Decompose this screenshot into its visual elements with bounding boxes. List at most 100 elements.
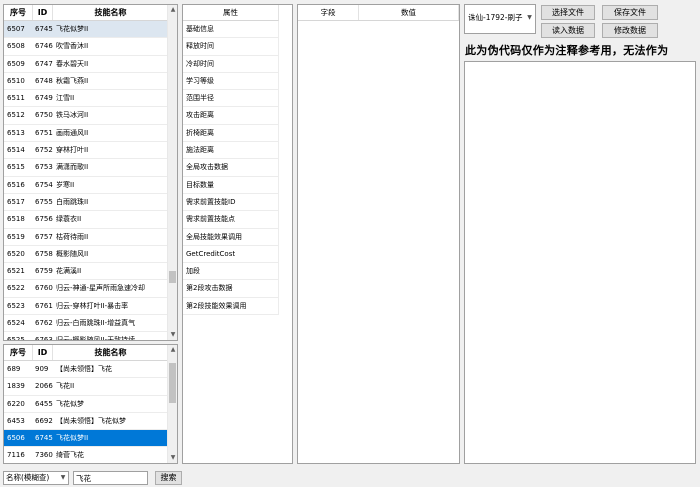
attribute-item[interactable]: 需求前置技能点 [183,211,279,229]
read-data-button[interactable]: 读入数据 [541,23,595,38]
table-row[interactable]: 6525 6763 归云-概影随风II-无敌持续 [4,332,177,341]
skill-list-scrollbar[interactable]: ▲ ▼ [167,5,177,340]
attribute-item[interactable]: 范围半径 [183,90,279,108]
row-no: 6453 [7,416,25,425]
row-name: 满潇而歌II [56,163,89,172]
row-no: 1839 [7,382,25,391]
table-row[interactable]: 6517 6755 白雨跳珠II [4,194,177,212]
row-name: 飞花II [56,382,75,391]
search-result-header: 序号 ID 技能名称 [4,345,177,361]
class-select[interactable]: 诛仙-1792-刷子 ▼ [464,4,536,34]
table-row[interactable]: 6508 6746 吹雪香沐II [4,38,177,56]
attribute-item[interactable]: 需求前置技能ID [183,193,279,212]
chevron-down-icon[interactable]: ▼ [525,6,534,32]
attribute-item[interactable]: 折椅距离 [183,124,279,143]
row-id: 6756 [35,215,53,224]
column-header-name[interactable]: 技能名称 [53,5,169,20]
table-row[interactable]: 6520 6758 概影随风II [4,246,177,264]
row-name: 飞花似梦II [56,25,89,33]
row-id: 6747 [35,59,53,68]
save-file-button[interactable]: 保存文件 [602,5,658,20]
attribute-item[interactable]: 全局技能效果调用 [183,228,279,246]
table-row[interactable]: 6220 6455 飞花似梦 [4,396,177,413]
table-row[interactable]: 7116 7360 绮菅飞花 [4,447,177,463]
search-result-scrollbar[interactable]: ▲ ▼ [167,345,177,463]
scrollbar-thumb[interactable] [169,271,176,283]
table-row[interactable]: 6507 6745 飞花似梦II [4,21,177,39]
table-row[interactable]: 6511 6749 江雪II [4,90,177,108]
row-name: 飞花似梦 [56,399,84,408]
column-header-field[interactable]: 字段 [298,5,359,20]
attribute-item[interactable]: 释放时间 [183,38,279,56]
column-header-no[interactable]: 序号 [4,345,33,360]
row-no: 6517 [7,197,25,206]
table-row[interactable]: 6513 6751 画雨通风II [4,125,177,143]
attribute-item[interactable]: 施法距离 [183,142,279,160]
row-id: 909 [35,365,49,373]
column-header-id[interactable]: ID [33,5,53,20]
row-no: 6521 [7,267,25,276]
search-button[interactable]: 搜索 [155,471,182,485]
attribute-item[interactable]: 基础信息 [183,21,279,39]
table-row[interactable]: 1839 2066 飞花II [4,378,177,396]
table-row[interactable]: 6509 6747 春水碧天II [4,56,177,73]
row-no: 6511 [7,94,25,103]
scrollbar-thumb[interactable] [169,363,176,403]
scroll-up-arrow-icon[interactable]: ▲ [168,345,177,355]
table-row[interactable]: 6514 6752 穿林打叶II [4,142,177,160]
table-row[interactable]: 6524 6762 归云-白雨跳珠II-增益真气 [4,315,177,333]
attribute-item[interactable]: 冷却时间 [183,55,279,73]
table-row[interactable]: 6453 6692 【尚未领悟】飞花似梦 [4,413,177,431]
column-header-name[interactable]: 技能名称 [53,345,169,360]
row-no: 6525 [7,336,25,341]
attribute-item[interactable]: 加段 [183,263,279,281]
scroll-down-arrow-icon[interactable]: ▼ [168,330,177,340]
attribute-list[interactable]: 属性 基础信息 释放时间 冷却时间 学习等级 范围半径 攻击距离 折椅距离 施法距离 全局攻击数… [182,4,293,464]
row-no: 6519 [7,232,25,241]
row-no: 6510 [7,76,25,85]
table-row[interactable]: 6506 6745 飞花似梦II [4,430,177,448]
scroll-up-arrow-icon[interactable]: ▲ [168,5,177,15]
row-id: 6751 [35,128,53,137]
row-id: 6763 [35,336,53,341]
table-row[interactable]: 6515 6753 满潇而歌II [4,159,177,177]
search-result-grid[interactable]: 序号 ID 技能名称 689 909 【尚未领悟】飞花 1839 2066 飞花II 622… [3,344,178,464]
select-file-button[interactable]: 选择文件 [541,5,595,20]
row-id: 6758 [35,249,53,258]
table-row[interactable]: 6519 6757 枯荷待雨II [4,229,177,246]
skill-list-grid[interactable]: 序号 ID 技能名称 6507 6745 飞花似梦II 6508 6746 吹雪香沐II 6… [3,4,178,341]
row-no: 689 [7,365,21,373]
row-no: 6523 [7,301,25,310]
search-mode-select[interactable]: 名称(模糊查) ▼ [3,471,69,485]
row-id: 6761 [35,301,53,310]
modify-data-button[interactable]: 修改数据 [602,23,658,38]
attribute-item[interactable]: 目标数量 [183,176,279,194]
chevron-down-icon[interactable]: ▼ [59,472,67,484]
scroll-down-arrow-icon[interactable]: ▼ [168,453,177,463]
column-header-no[interactable]: 序号 [4,5,33,20]
table-row[interactable]: 6510 6748 秋霜飞燕II [4,73,177,91]
table-row[interactable]: 689 909 【尚未领悟】飞花 [4,361,177,379]
attribute-item[interactable]: GetCreditCost [183,245,279,264]
search-input[interactable] [73,471,148,485]
class-select-value: 诛仙-1792-刷子 [468,13,523,22]
field-value-table[interactable]: 字段 数值 [297,4,460,464]
column-header-value[interactable]: 数值 [359,5,459,20]
attribute-item[interactable]: 第2段技能效果调用 [183,297,279,316]
row-id: 7360 [35,451,53,460]
row-no: 6516 [7,180,25,189]
row-no: 6522 [7,284,25,293]
table-row[interactable]: 6521 6759 花满溪II [4,263,177,281]
column-header-id[interactable]: ID [33,345,53,360]
table-row[interactable]: 6522 6760 归云-神通-星声所雨急速冷却 [4,280,177,298]
attribute-item[interactable]: 第2段攻击数据 [183,280,279,298]
attribute-item[interactable]: 学习等级 [183,72,279,91]
table-row[interactable]: 6518 6756 绿蓑衣II [4,211,177,229]
table-row[interactable]: 6512 6750 铁马冰河II [4,107,177,125]
table-row[interactable]: 6523 6761 归云-穿林打叶II-暴击率 [4,298,177,316]
table-row[interactable]: 6516 6754 岁寒II [4,177,177,194]
attribute-item[interactable]: 全局攻击数据 [183,159,279,177]
attribute-item[interactable]: 攻击距离 [183,107,279,125]
pseudo-code-textarea[interactable] [464,61,696,464]
row-id: 6455 [35,399,53,408]
